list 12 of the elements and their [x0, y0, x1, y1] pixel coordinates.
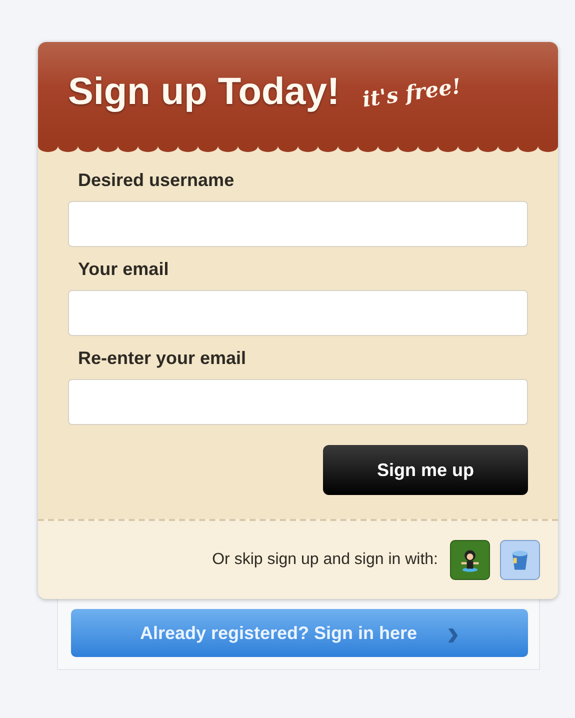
field-label: Your email — [78, 259, 170, 280]
input-field[interactable] — [68, 201, 528, 247]
sign-up-button[interactable]: Sign me up — [323, 445, 528, 495]
input-field[interactable] — [68, 379, 528, 425]
field-label: Desired username — [78, 170, 236, 191]
bucket-icon[interactable] — [500, 540, 540, 580]
field-label: Re-enter your email — [78, 348, 248, 369]
figure-icon[interactable] — [450, 540, 490, 580]
input-field[interactable] — [68, 290, 528, 336]
sign-in-with-text: Or skip sign up and sign in with: — [212, 551, 438, 569]
signup-title: Sign up Today! — [68, 70, 340, 114]
tagline: it's free! — [360, 72, 462, 112]
